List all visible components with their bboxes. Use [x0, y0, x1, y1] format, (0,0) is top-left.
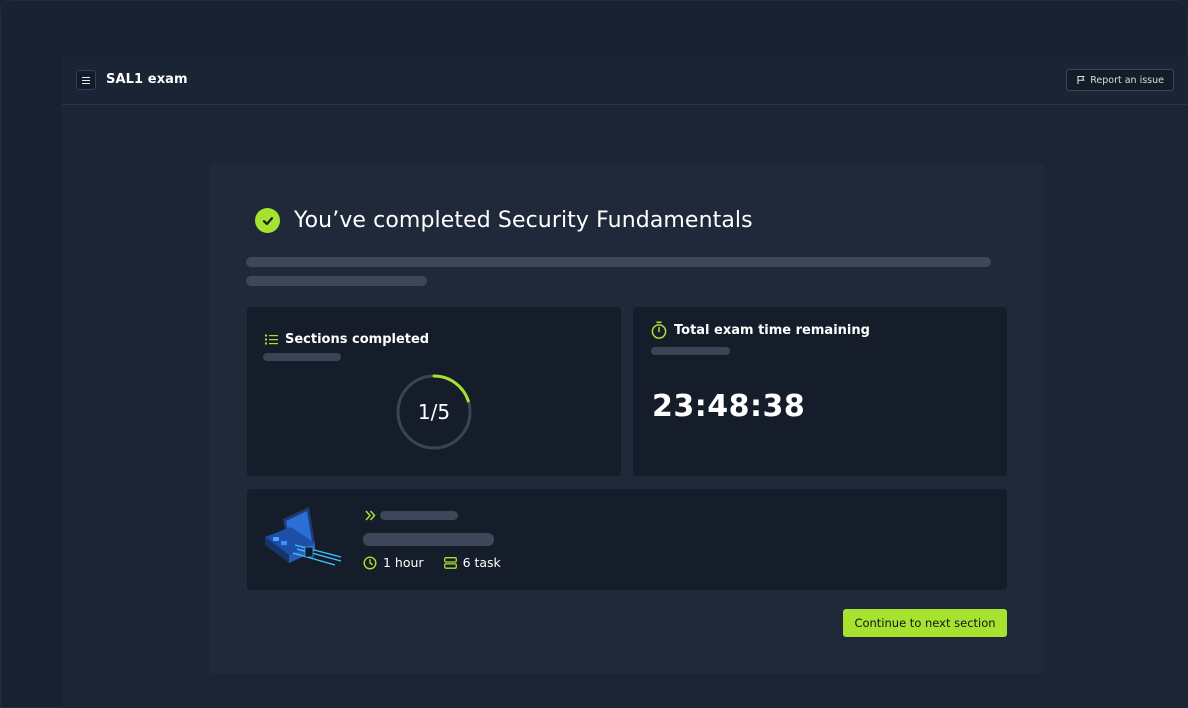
time-remaining-title-row: Total exam time remaining: [651, 321, 870, 339]
description-placeholder-line-1: [246, 257, 991, 267]
next-section-panel: 1 hour 6 task: [247, 489, 1007, 590]
device-frame: SAL1 exam Report an issue You’ve complet…: [0, 0, 1188, 708]
completion-card: You’ve completed Security Fundamentals S…: [210, 164, 1044, 674]
task-count-item: 6 task: [443, 555, 501, 570]
completion-heading: You’ve completed Security Fundamentals: [294, 208, 753, 233]
duration-text: 1 hour: [383, 555, 424, 570]
report-issue-button[interactable]: Report an issue: [1066, 69, 1174, 91]
next-section-title-placeholder: [363, 533, 494, 546]
report-issue-label: Report an issue: [1090, 74, 1164, 86]
sections-subtitle-placeholder: [263, 353, 341, 361]
time-subtitle-placeholder: [651, 347, 730, 355]
laptop-illustration-icon: [265, 507, 342, 566]
sections-completed-title: Sections completed: [285, 332, 430, 347]
continue-next-section-button[interactable]: Continue to next section: [843, 609, 1007, 637]
list-icon: [265, 334, 278, 345]
check-circle-icon: [255, 208, 280, 233]
menu-button[interactable]: [76, 70, 96, 90]
description-placeholder-line-2: [246, 276, 427, 286]
sections-completed-title-row: Sections completed: [265, 332, 429, 347]
sections-progress-text: 1/5: [417, 400, 451, 424]
stopwatch-icon: [651, 321, 667, 339]
time-remaining-value: 23:48:38: [652, 389, 806, 424]
next-section-meta: 1 hour 6 task: [363, 555, 501, 570]
double-chevron-icon: [365, 510, 376, 521]
time-remaining-title: Total exam time remaining: [674, 322, 870, 338]
server-stack-icon: [443, 556, 457, 569]
top-bar: SAL1 exam Report an issue: [62, 56, 1188, 105]
duration-item: 1 hour: [363, 555, 424, 570]
task-count-text: 6 task: [462, 555, 501, 570]
exam-title: SAL1 exam: [106, 72, 188, 87]
time-remaining-panel: Total exam time remaining 23:48:38: [633, 307, 1007, 476]
hamburger-icon: [82, 76, 90, 84]
app-screen: SAL1 exam Report an issue You’ve complet…: [62, 56, 1188, 708]
sections-progress-ring: 1/5: [395, 373, 473, 451]
sections-completed-panel: Sections completed 1/5: [247, 307, 621, 476]
completion-heading-row: You’ve completed Security Fundamentals: [255, 208, 753, 233]
clock-icon: [363, 555, 377, 570]
flag-icon: [1077, 76, 1085, 84]
next-section-label-placeholder: [380, 511, 458, 520]
